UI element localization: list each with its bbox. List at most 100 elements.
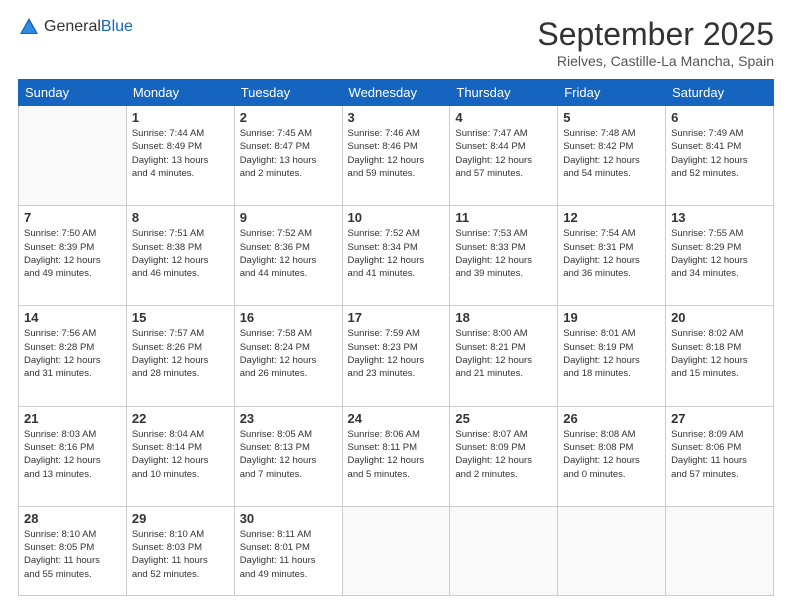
day-number: 5	[563, 110, 660, 125]
calendar-cell: 14 Sunrise: 7:56 AM Sunset: 8:28 PM Dayli…	[19, 306, 127, 406]
day-info: Sunrise: 7:45 AM Sunset: 8:47 PM Dayligh…	[240, 127, 337, 180]
title-section: September 2025 Rielves, Castille-La Manc…	[537, 16, 774, 69]
day-info: Sunrise: 7:46 AM Sunset: 8:46 PM Dayligh…	[348, 127, 445, 180]
day-number: 16	[240, 310, 337, 325]
calendar-cell: 1 Sunrise: 7:44 AM Sunset: 8:49 PM Daylig…	[126, 106, 234, 206]
calendar-cell: 18 Sunrise: 8:00 AM Sunset: 8:21 PM Dayli…	[450, 306, 558, 406]
calendar-cell: 2 Sunrise: 7:45 AM Sunset: 8:47 PM Daylig…	[234, 106, 342, 206]
calendar-cell: 12 Sunrise: 7:54 AM Sunset: 8:31 PM Dayli…	[558, 206, 666, 306]
day-info: Sunrise: 7:54 AM Sunset: 8:31 PM Dayligh…	[563, 227, 660, 280]
calendar-cell	[19, 106, 127, 206]
day-info: Sunrise: 8:10 AM Sunset: 8:03 PM Dayligh…	[132, 528, 229, 581]
calendar-cell: 20 Sunrise: 8:02 AM Sunset: 8:18 PM Dayli…	[666, 306, 774, 406]
calendar-page: GeneralBlue September 2025 Rielves, Cast…	[0, 0, 792, 612]
calendar-cell	[450, 506, 558, 595]
day-info: Sunrise: 7:56 AM Sunset: 8:28 PM Dayligh…	[24, 327, 121, 380]
day-info: Sunrise: 8:11 AM Sunset: 8:01 PM Dayligh…	[240, 528, 337, 581]
calendar-week-row: 28 Sunrise: 8:10 AM Sunset: 8:05 PM Dayli…	[19, 506, 774, 595]
weekday-header-cell: Thursday	[450, 80, 558, 106]
calendar-cell: 11 Sunrise: 7:53 AM Sunset: 8:33 PM Dayli…	[450, 206, 558, 306]
calendar-week-row: 21 Sunrise: 8:03 AM Sunset: 8:16 PM Dayli…	[19, 406, 774, 506]
day-number: 22	[132, 411, 229, 426]
day-number: 14	[24, 310, 121, 325]
day-info: Sunrise: 7:53 AM Sunset: 8:33 PM Dayligh…	[455, 227, 552, 280]
day-number: 4	[455, 110, 552, 125]
day-info: Sunrise: 7:50 AM Sunset: 8:39 PM Dayligh…	[24, 227, 121, 280]
calendar-cell: 17Sunrise: 7:59 AM Sunset: 8:23 PM Dayli…	[342, 306, 450, 406]
calendar-cell: 27 Sunrise: 8:09 AM Sunset: 8:06 PM Dayli…	[666, 406, 774, 506]
day-info: Sunrise: 7:52 AM Sunset: 8:34 PM Dayligh…	[348, 227, 445, 280]
logo: GeneralBlue	[18, 16, 133, 38]
calendar-cell: 23Sunrise: 8:05 AM Sunset: 8:13 PM Dayli…	[234, 406, 342, 506]
day-info: Sunrise: 7:52 AM Sunset: 8:36 PM Dayligh…	[240, 227, 337, 280]
day-number: 21	[24, 411, 121, 426]
day-number: 24	[348, 411, 445, 426]
day-number: 12	[563, 210, 660, 225]
calendar-cell: 4 Sunrise: 7:47 AM Sunset: 8:44 PM Daylig…	[450, 106, 558, 206]
calendar-cell: 7 Sunrise: 7:50 AM Sunset: 8:39 PM Daylig…	[19, 206, 127, 306]
day-info: Sunrise: 7:49 AM Sunset: 8:41 PM Dayligh…	[671, 127, 768, 180]
header: GeneralBlue September 2025 Rielves, Cast…	[18, 16, 774, 69]
day-info: Sunrise: 7:44 AM Sunset: 8:49 PM Dayligh…	[132, 127, 229, 180]
weekday-header-cell: Sunday	[19, 80, 127, 106]
calendar-title: September 2025	[537, 16, 774, 53]
calendar-cell: 22 Sunrise: 8:04 AM Sunset: 8:14 PM Dayli…	[126, 406, 234, 506]
day-number: 20	[671, 310, 768, 325]
weekday-header-cell: Friday	[558, 80, 666, 106]
day-number: 11	[455, 210, 552, 225]
day-info: Sunrise: 8:10 AM Sunset: 8:05 PM Dayligh…	[24, 528, 121, 581]
weekday-header-cell: Monday	[126, 80, 234, 106]
day-info: Sunrise: 8:08 AM Sunset: 8:08 PM Dayligh…	[563, 428, 660, 481]
calendar-cell: 16 Sunrise: 7:58 AM Sunset: 8:24 PM Dayli…	[234, 306, 342, 406]
day-number: 25	[455, 411, 552, 426]
weekday-header-cell: Saturday	[666, 80, 774, 106]
day-info: Sunrise: 8:09 AM Sunset: 8:06 PM Dayligh…	[671, 428, 768, 481]
day-number: 13	[671, 210, 768, 225]
calendar-cell: 3 Sunrise: 7:46 AM Sunset: 8:46 PM Daylig…	[342, 106, 450, 206]
calendar-cell: 10 Sunrise: 7:52 AM Sunset: 8:34 PM Dayli…	[342, 206, 450, 306]
day-number: 1	[132, 110, 229, 125]
day-number: 10	[348, 210, 445, 225]
day-info: Sunrise: 8:03 AM Sunset: 8:16 PM Dayligh…	[24, 428, 121, 481]
calendar-cell: 9 Sunrise: 7:52 AM Sunset: 8:36 PM Daylig…	[234, 206, 342, 306]
day-info: Sunrise: 8:02 AM Sunset: 8:18 PM Dayligh…	[671, 327, 768, 380]
day-info: Sunrise: 7:48 AM Sunset: 8:42 PM Dayligh…	[563, 127, 660, 180]
day-number: 29	[132, 511, 229, 526]
calendar-cell: 28 Sunrise: 8:10 AM Sunset: 8:05 PM Dayli…	[19, 506, 127, 595]
day-info: Sunrise: 8:06 AM Sunset: 8:11 PM Dayligh…	[348, 428, 445, 481]
day-number: 3	[348, 110, 445, 125]
day-info: Sunrise: 7:59 AM Sunset: 8:23 PM Dayligh…	[348, 327, 445, 380]
day-number: 18	[455, 310, 552, 325]
day-number: 8	[132, 210, 229, 225]
calendar-week-row: 1 Sunrise: 7:44 AM Sunset: 8:49 PM Daylig…	[19, 106, 774, 206]
calendar-body: 1 Sunrise: 7:44 AM Sunset: 8:49 PM Daylig…	[19, 106, 774, 596]
calendar-week-row: 14 Sunrise: 7:56 AM Sunset: 8:28 PM Dayli…	[19, 306, 774, 406]
calendar-cell	[342, 506, 450, 595]
calendar-subtitle: Rielves, Castille-La Mancha, Spain	[537, 53, 774, 69]
calendar-cell: 15 Sunrise: 7:57 AM Sunset: 8:26 PM Dayli…	[126, 306, 234, 406]
day-info: Sunrise: 7:47 AM Sunset: 8:44 PM Dayligh…	[455, 127, 552, 180]
day-number: 26	[563, 411, 660, 426]
day-number: 15	[132, 310, 229, 325]
day-info: Sunrise: 8:00 AM Sunset: 8:21 PM Dayligh…	[455, 327, 552, 380]
day-info: Sunrise: 7:57 AM Sunset: 8:26 PM Dayligh…	[132, 327, 229, 380]
day-number: 2	[240, 110, 337, 125]
calendar-cell: 8Sunrise: 7:51 AM Sunset: 8:38 PM Daylig…	[126, 206, 234, 306]
day-info: Sunrise: 7:58 AM Sunset: 8:24 PM Dayligh…	[240, 327, 337, 380]
day-number: 9	[240, 210, 337, 225]
day-info: Sunrise: 7:55 AM Sunset: 8:29 PM Dayligh…	[671, 227, 768, 280]
weekday-header-cell: Tuesday	[234, 80, 342, 106]
day-number: 7	[24, 210, 121, 225]
calendar-cell: 29 Sunrise: 8:10 AM Sunset: 8:03 PM Dayli…	[126, 506, 234, 595]
calendar-cell	[558, 506, 666, 595]
calendar-cell: 6Sunrise: 7:49 AM Sunset: 8:41 PM Daylig…	[666, 106, 774, 206]
weekday-header-cell: Wednesday	[342, 80, 450, 106]
day-number: 23	[240, 411, 337, 426]
day-number: 27	[671, 411, 768, 426]
calendar-cell: 26 Sunrise: 8:08 AM Sunset: 8:08 PM Dayli…	[558, 406, 666, 506]
calendar-cell: 19Sunrise: 8:01 AM Sunset: 8:19 PM Dayli…	[558, 306, 666, 406]
day-number: 28	[24, 511, 121, 526]
logo-blue: Blue	[101, 18, 133, 35]
calendar-cell: 30Sunrise: 8:11 AM Sunset: 8:01 PM Dayli…	[234, 506, 342, 595]
day-info: Sunrise: 8:04 AM Sunset: 8:14 PM Dayligh…	[132, 428, 229, 481]
